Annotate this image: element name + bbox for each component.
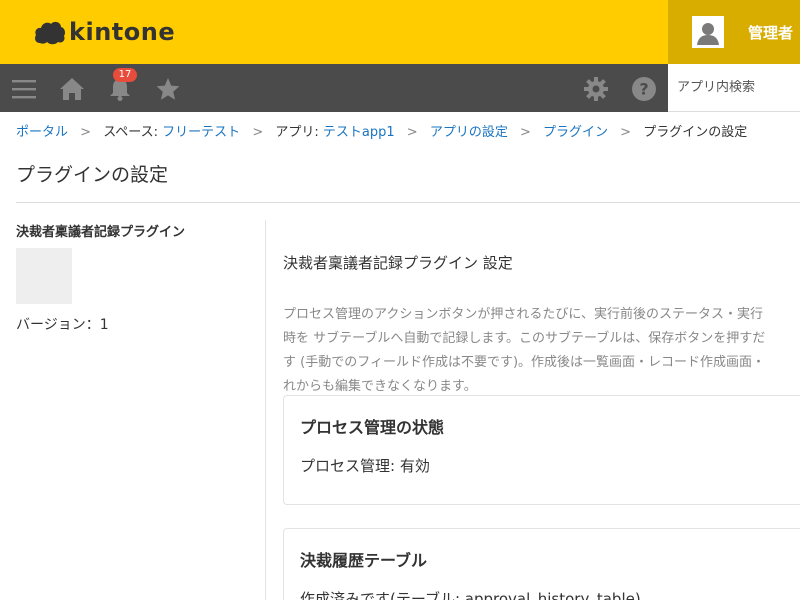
home-icon[interactable] (59, 76, 85, 102)
column-divider (265, 220, 266, 600)
description-line: す (手動でのフィールド作成は不要です)。作成後は一覧画面・レコード作成画面・ (283, 355, 766, 370)
table-status: 作成済みです(テーブル: approval_history_table) (300, 590, 641, 600)
breadcrumb-current: プラグインの設定 (643, 125, 748, 140)
logo-text: kintone (69, 18, 176, 46)
cloud-logo-icon (35, 21, 65, 45)
breadcrumb-separator: > (620, 125, 632, 140)
breadcrumb-separator: > (80, 125, 92, 140)
user-icon (692, 16, 724, 48)
breadcrumb-space[interactable]: フリーテスト (162, 125, 240, 140)
title-divider (16, 202, 800, 203)
user-name: 管理者 (748, 23, 794, 42)
approval-history-table-card: 決裁履歴テーブル 作成済みです(テーブル: approval_history_t… (283, 528, 800, 600)
app-search[interactable] (668, 64, 800, 112)
breadcrumb-separator: > (519, 125, 531, 140)
breadcrumb-plugins[interactable]: プラグイン (543, 125, 608, 140)
settings-description: プロセス管理のアクションボタンが押されるたびに、実行前後のステータス・実行 時を… (283, 303, 800, 399)
user-menu[interactable]: 管理者 (668, 0, 800, 64)
gear-icon[interactable] (583, 76, 609, 102)
search-input[interactable] (677, 80, 797, 95)
help-icon[interactable]: ? (631, 76, 657, 102)
card-title: 決裁履歴テーブル (300, 551, 428, 570)
process-management-status: プロセス管理: 有効 (300, 457, 430, 475)
breadcrumb-app[interactable]: テストapp1 (323, 125, 395, 140)
kintone-logo[interactable]: kintone (34, 18, 175, 46)
description-line: プロセス管理のアクションボタンが押されるたびに、実行前後のステータス・実行 (283, 307, 763, 322)
plugin-version: バージョン：1 (16, 317, 109, 333)
breadcrumb-separator: > (252, 125, 264, 140)
breadcrumb-app-prefix: アプリ: (275, 125, 323, 140)
breadcrumb-space-prefix: スペース: (103, 125, 163, 140)
plugin-name: 決裁者稟議者記録プラグイン (16, 225, 186, 240)
card-title: プロセス管理の状態 (300, 418, 445, 437)
top-header: kintone 管理者 (0, 0, 800, 64)
breadcrumb: ポータル > スペース: フリーテスト > アプリ: テストapp1 > アプリ… (16, 121, 747, 140)
breadcrumb-portal[interactable]: ポータル (16, 125, 68, 140)
plugin-icon-placeholder (16, 248, 72, 304)
page-title: プラグインの設定 (16, 164, 169, 186)
description-line: 時を サブテーブルへ自動で記録します。このサブテーブルは、保存ボタンを押すだ (283, 331, 766, 346)
process-management-card: プロセス管理の状態 プロセス管理: 有効 (283, 395, 800, 505)
notification-badge: 17 (113, 68, 137, 82)
svg-text:?: ? (639, 80, 648, 99)
breadcrumb-app-settings[interactable]: アプリの設定 (430, 125, 508, 140)
menu-icon[interactable] (11, 76, 37, 102)
settings-title: 決裁者稟議者記録プラグイン 設定 (283, 254, 513, 272)
star-icon[interactable] (155, 76, 181, 102)
avatar[interactable] (692, 16, 724, 48)
breadcrumb-separator: > (406, 125, 418, 140)
